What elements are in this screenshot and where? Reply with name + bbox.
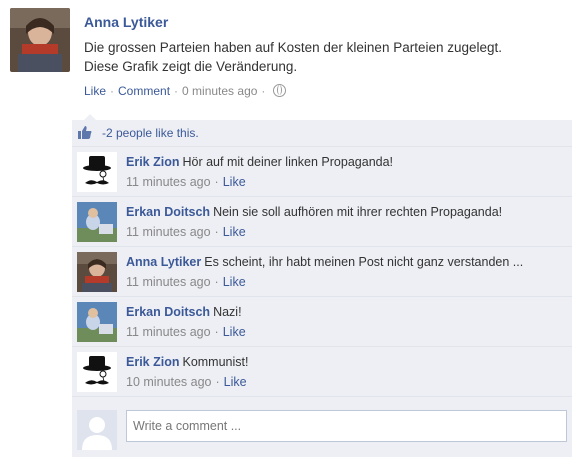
comment-like-link[interactable]: Like xyxy=(223,325,246,339)
comment-meta: 10 minutes ago · Like xyxy=(126,375,247,389)
comment-author-link[interactable]: Erik Zion xyxy=(126,355,179,369)
comment-like-link[interactable]: Like xyxy=(223,275,246,289)
comment-author-link[interactable]: Erkan Doitsch xyxy=(126,305,210,319)
comment-meta: 11 minutes ago · Like xyxy=(126,325,246,339)
comment-author-link[interactable]: Anna Lytiker xyxy=(126,255,201,269)
like-link[interactable]: Like xyxy=(84,84,106,98)
comment-text-line: Erkan Doitsch Nein sie soll aufhören mit … xyxy=(126,205,502,219)
comment-meta: 11 minutes ago · Like xyxy=(126,225,246,239)
likes-count-link[interactable]: -2 people like this. xyxy=(102,126,199,140)
comment-text: Hör auf mit deiner linken Propaganda! xyxy=(182,155,394,169)
hat-mustache-avatar[interactable] xyxy=(77,352,117,392)
comment-meta: 11 minutes ago · Like xyxy=(126,175,246,189)
comment-text-line: Anna Lytiker Es scheint, ihr habt meinen … xyxy=(126,255,523,269)
post-text-line2: Diese Grafik zeigt die Veränderung. xyxy=(84,59,298,74)
comment-input[interactable]: Write a comment ... xyxy=(126,410,567,442)
comment: Erkan Doitsch Nein sie soll aufhören mit … xyxy=(72,197,572,247)
thumbs-up-icon xyxy=(78,126,92,139)
hat-mustache-avatar[interactable] xyxy=(77,152,117,192)
comment-text: Es scheint, ihr habt meinen Post nicht g… xyxy=(204,255,524,269)
comment-author-link[interactable]: Erik Zion xyxy=(126,155,179,169)
photo-avatar[interactable] xyxy=(77,252,117,292)
comment-like-link[interactable]: Like xyxy=(223,175,246,189)
photo-avatar[interactable] xyxy=(77,302,117,342)
comment-like-link[interactable]: Like xyxy=(224,375,247,389)
comment-link[interactable]: Comment xyxy=(118,84,170,98)
post-text: Die grossen Parteien haben auf Kosten de… xyxy=(84,38,564,76)
comment: Erik Zion Kommunist! 10 minutes ago · Like xyxy=(72,347,572,397)
feedback-box: -2 people like this. Erik Zion Hör auf mi… xyxy=(72,114,572,457)
post-actions: Like · Comment · 0 minutes ago · xyxy=(84,84,287,98)
post: Anna Lytiker Die grossen Parteien haben … xyxy=(10,8,572,108)
comment-meta: 11 minutes ago · Like xyxy=(126,275,246,289)
comment: Erik Zion Hör auf mit deiner linken Propa… xyxy=(72,147,572,197)
comment-compose: Write a comment ... xyxy=(72,405,572,457)
globe-icon[interactable] xyxy=(273,84,287,97)
post-timestamp[interactable]: 0 minutes ago xyxy=(182,84,257,98)
comment-text-line: Erkan Doitsch Nazi! xyxy=(126,305,242,319)
comment-timestamp[interactable]: 11 minutes ago xyxy=(126,275,211,289)
comment-timestamp[interactable]: 11 minutes ago xyxy=(126,225,211,239)
comment: Anna Lytiker Es scheint, ihr habt meinen … xyxy=(72,247,572,297)
default-user-avatar xyxy=(77,410,117,450)
comment-timestamp[interactable]: 11 minutes ago xyxy=(126,175,211,189)
post-author-avatar[interactable] xyxy=(10,8,70,72)
comment-author-link[interactable]: Erkan Doitsch xyxy=(126,205,210,219)
comment-text-line: Erik Zion Kommunist! xyxy=(126,355,248,369)
comment-text: Kommunist! xyxy=(182,355,249,369)
likes-row: -2 people like this. xyxy=(72,120,572,147)
post-author-name[interactable]: Anna Lytiker xyxy=(84,14,168,30)
comment-text: Nein sie soll aufhören mit ihrer rechten… xyxy=(213,205,503,219)
comment-timestamp[interactable]: 10 minutes ago xyxy=(126,375,211,389)
comment-text: Nazi! xyxy=(213,305,242,319)
comment-like-link[interactable]: Like xyxy=(223,225,246,239)
comment: Erkan Doitsch Nazi! 11 minutes ago · Like xyxy=(72,297,572,347)
photo-avatar[interactable] xyxy=(77,202,117,242)
post-text-line1: Die grossen Parteien haben auf Kosten de… xyxy=(84,40,503,55)
comment-timestamp[interactable]: 11 minutes ago xyxy=(126,325,211,339)
comment-text-line: Erik Zion Hör auf mit deiner linken Propa… xyxy=(126,155,393,169)
